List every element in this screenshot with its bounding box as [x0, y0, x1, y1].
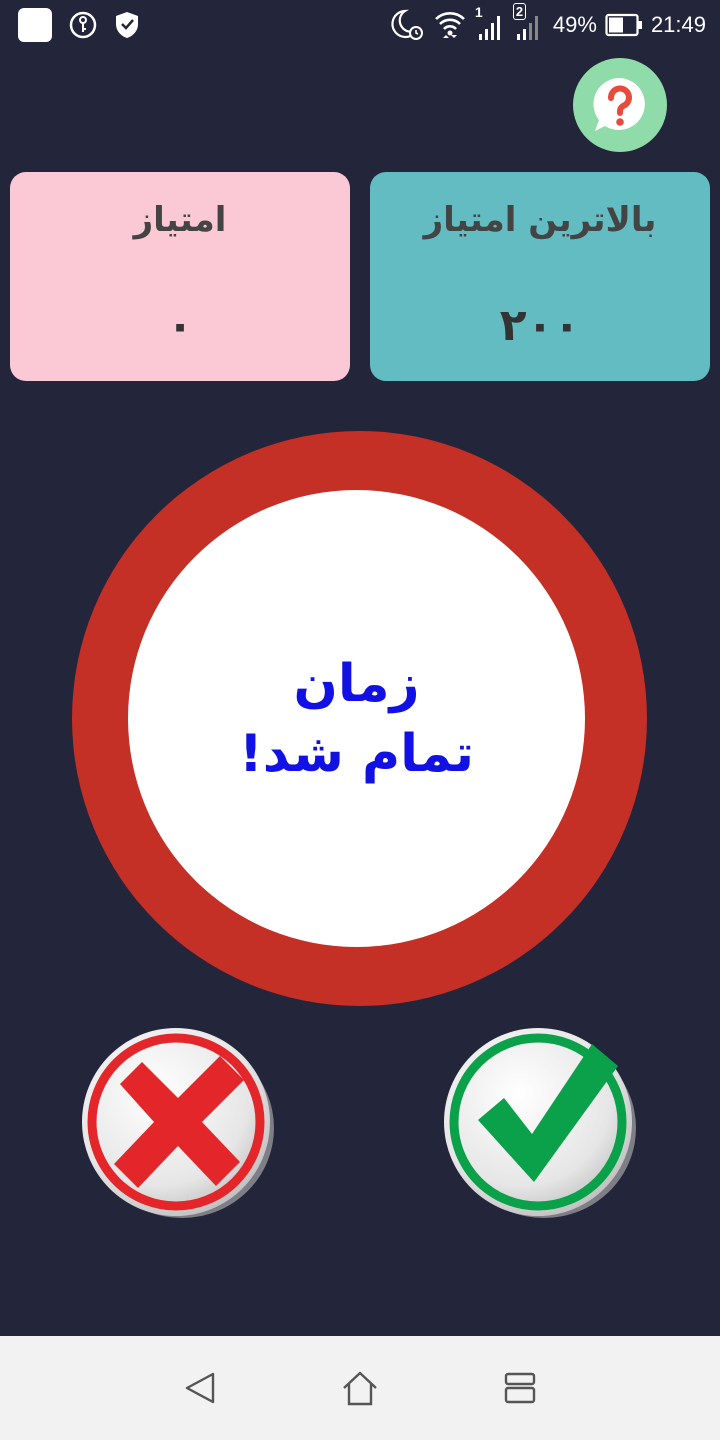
clock: 21:49 — [650, 12, 706, 37]
app-square-icon — [18, 8, 52, 42]
wifi-icon — [434, 12, 465, 38]
best-score-card: بالاترین امتیاز ۲۰۰ — [370, 172, 710, 381]
home-icon[interactable] — [340, 1368, 380, 1408]
timer-ring: زمان تمام شد! — [72, 431, 647, 1006]
navigation-bar — [0, 1336, 720, 1440]
wrong-answer-button[interactable] — [80, 1022, 280, 1222]
signal-icon — [516, 16, 538, 40]
timer-message-line2: تمام شد! — [238, 723, 474, 784]
question-chat-icon — [593, 77, 645, 131]
battery-icon — [605, 13, 642, 37]
best-score-value: ۲۰۰ — [499, 300, 581, 351]
green-check-icon — [444, 1028, 636, 1218]
red-cross-icon — [82, 1028, 274, 1218]
battery-percent: 49% — [552, 12, 597, 37]
help-button[interactable] — [573, 58, 667, 152]
back-icon[interactable] — [180, 1368, 220, 1408]
correct-answer-button[interactable] — [442, 1022, 642, 1222]
status-bar: 1 2 49% 21:49 — [0, 0, 720, 50]
timer-message-line1: زمان — [293, 653, 420, 714]
score-card: امتیاز ۰ — [10, 172, 350, 381]
signal-1: 1 — [475, 4, 505, 42]
score-value: ۰ — [166, 300, 194, 351]
best-score-title: بالاترین امتیاز — [423, 200, 657, 240]
score-title: امتیاز — [133, 200, 227, 240]
signal-icon — [478, 16, 500, 40]
recent-apps-icon[interactable] — [500, 1368, 540, 1408]
status-left-icons — [18, 6, 140, 44]
shield-icon — [116, 12, 138, 38]
status-right-icons: 1 2 49% 21:49 — [389, 3, 706, 44]
signal-2: 2 — [512, 3, 545, 42]
moon-alarm-icon — [391, 9, 423, 40]
timer-face: زمان تمام شد! — [128, 490, 585, 947]
key-icon — [69, 11, 97, 39]
